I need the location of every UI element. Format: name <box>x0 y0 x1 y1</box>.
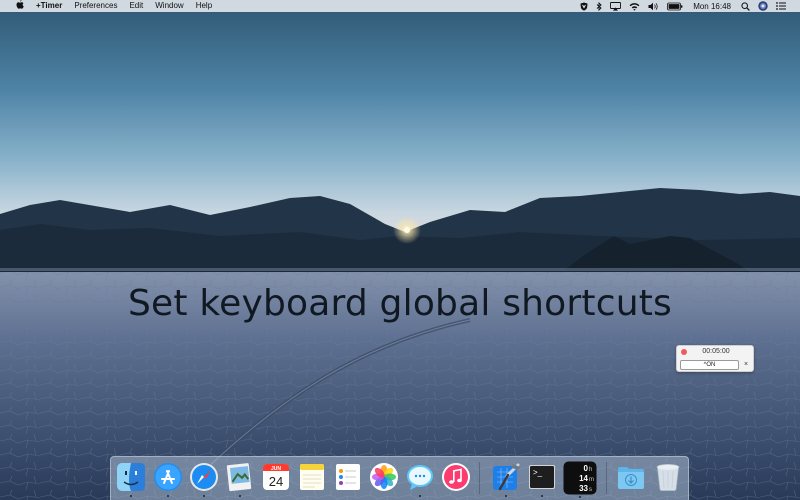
timer-widget[interactable]: 00:05:00 ^ON × <box>676 345 754 372</box>
dock-item-safari[interactable] <box>189 462 219 497</box>
timer-minutes-unit: m <box>589 477 594 483</box>
dock-item-messages[interactable] <box>405 462 435 497</box>
calendar-month: JUN <box>271 466 281 472</box>
dock-item-app-store[interactable] <box>153 462 183 497</box>
wifi-icon[interactable] <box>625 0 644 12</box>
spotlight-search-icon[interactable] <box>737 0 754 12</box>
trash-icon <box>656 464 680 491</box>
notes-icon <box>300 464 324 490</box>
calendar-day: 24 <box>269 474 283 489</box>
running-indicator <box>130 495 132 497</box>
menu-bar: +Timer Preferences Edit Window Help Mon … <box>0 0 800 12</box>
menu-preferences[interactable]: Preferences <box>68 0 123 12</box>
running-indicator <box>579 496 581 498</box>
itunes-icon <box>442 463 470 491</box>
apple-menu-icon[interactable] <box>10 0 30 13</box>
battery-icon[interactable] <box>663 0 687 12</box>
dock-item-timer[interactable]: 0 h 14 m 33 s <box>563 461 597 498</box>
messages-icon <box>407 465 433 490</box>
clear-shortcut-button[interactable]: × <box>741 360 751 370</box>
running-indicator <box>505 495 507 497</box>
shortcut-recorder-field[interactable]: ^ON <box>680 360 739 370</box>
running-indicator <box>239 495 241 497</box>
dock-separator <box>606 462 607 494</box>
finder-icon <box>117 463 145 491</box>
dock-item-notes[interactable] <box>297 462 327 492</box>
dock-item-finder[interactable] <box>116 462 146 497</box>
headline-text: Set keyboard global shortcuts <box>127 283 672 324</box>
timer-hours: 0 <box>584 464 589 473</box>
timer-hours-unit: h <box>589 467 592 473</box>
dock-item-reminders[interactable] <box>333 462 363 492</box>
dock-item-photos[interactable] <box>369 462 399 492</box>
timer-seconds: 33 <box>579 484 588 493</box>
vpn-shield-icon[interactable] <box>576 0 592 12</box>
airplay-icon[interactable] <box>606 0 625 12</box>
running-indicator <box>203 495 205 497</box>
volume-icon[interactable] <box>644 0 663 12</box>
bluetooth-icon[interactable] <box>592 0 606 12</box>
menu-help[interactable]: Help <box>190 0 218 12</box>
running-indicator <box>419 495 421 497</box>
app-store-icon <box>154 463 182 491</box>
reminders-icon <box>336 464 360 490</box>
timer-minutes: 14 <box>579 474 588 483</box>
running-indicator <box>541 495 543 497</box>
dock-item-xcode[interactable] <box>491 462 521 497</box>
user-avatar-icon[interactable] <box>754 0 772 12</box>
xcode-icon <box>493 463 520 491</box>
menu-window[interactable]: Window <box>149 0 189 12</box>
safari-icon <box>190 463 218 491</box>
terminal-icon: >_ <box>529 465 555 489</box>
timer-app-icon: 0 h 14 m 33 s <box>563 461 597 495</box>
menu-app-name[interactable]: +Timer <box>30 0 68 12</box>
timer-seconds-unit: s <box>589 487 592 493</box>
timer-countdown: 00:05:00 <box>702 348 730 355</box>
dock-item-preview[interactable] <box>225 462 255 497</box>
dock: JUN 24 >_ 0 h 14 m 33 s <box>110 456 689 500</box>
preview-icon <box>226 463 252 492</box>
dock-item-downloads[interactable] <box>616 462 646 492</box>
notification-center-icon[interactable] <box>772 0 790 12</box>
desktop-wallpaper <box>0 0 800 500</box>
menu-edit[interactable]: Edit <box>123 0 149 12</box>
calendar-icon: JUN 24 <box>263 464 289 490</box>
photos-icon <box>370 463 398 491</box>
dock-item-trash[interactable] <box>653 462 683 492</box>
menu-clock[interactable]: Mon 16:48 <box>687 2 737 11</box>
terminal-prompt: >_ <box>533 468 543 477</box>
downloads-folder-icon <box>618 467 644 489</box>
dock-item-itunes[interactable] <box>441 462 471 492</box>
dock-separator <box>479 462 480 494</box>
dock-item-terminal[interactable]: >_ <box>527 462 557 497</box>
dock-item-calendar[interactable]: JUN 24 <box>261 462 291 492</box>
running-indicator <box>167 495 169 497</box>
